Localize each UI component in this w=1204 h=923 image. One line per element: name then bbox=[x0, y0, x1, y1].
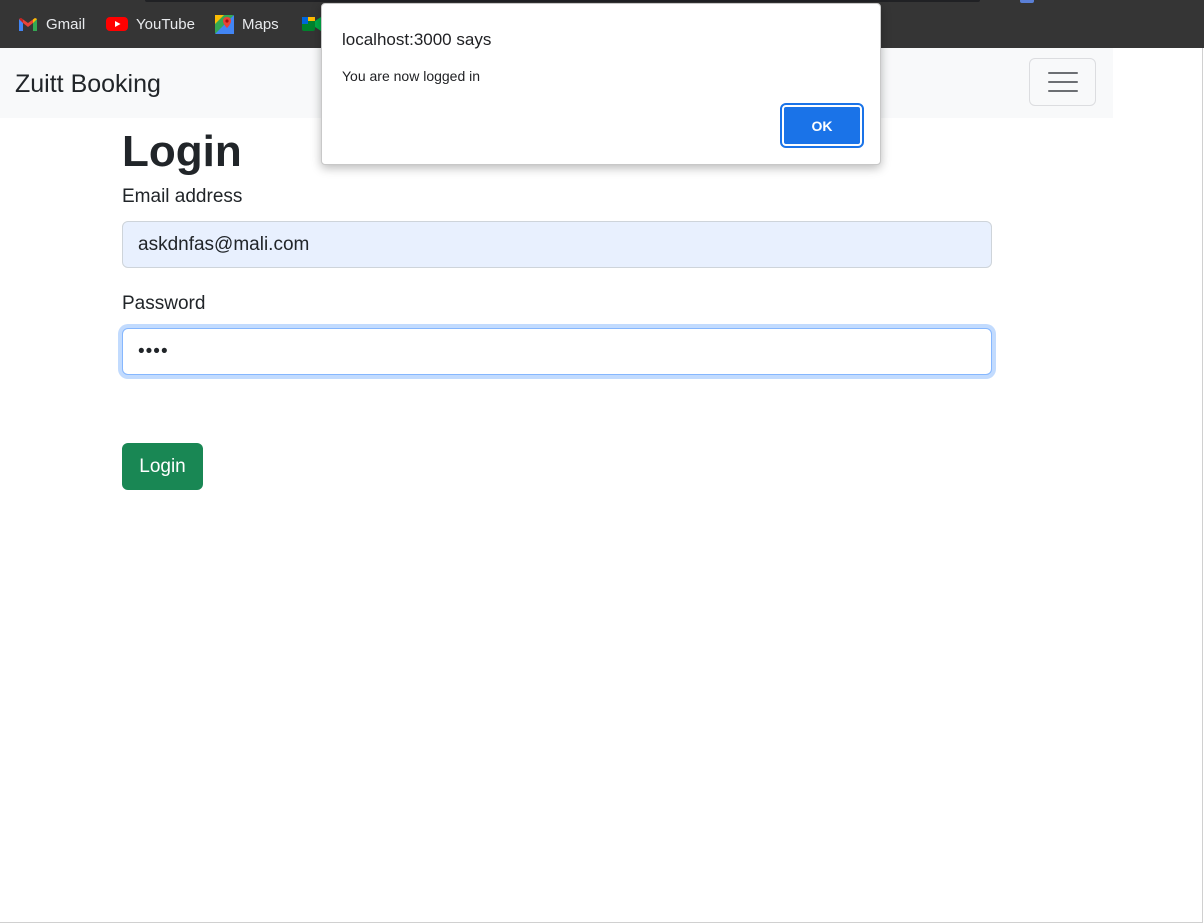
alert-title: localhost:3000 says bbox=[342, 30, 492, 49]
email-label: Email address bbox=[122, 186, 243, 207]
gmail-icon bbox=[19, 17, 37, 31]
navbar-brand[interactable]: Zuitt Booking bbox=[15, 68, 161, 100]
hamburger-menu-icon bbox=[1048, 90, 1078, 93]
address-bar-edge bbox=[145, 0, 980, 2]
bookmark-label: Gmail bbox=[46, 15, 86, 33]
alert-dialog: localhost:3000 says You are now logged i… bbox=[321, 3, 881, 165]
meet-icon bbox=[302, 17, 321, 31]
alert-message: You are now logged in bbox=[342, 68, 481, 84]
bookmark-label: YouTube bbox=[136, 15, 195, 33]
email-field[interactable] bbox=[122, 221, 992, 268]
password-field[interactable] bbox=[122, 328, 992, 375]
navbar-toggler-button[interactable] bbox=[1029, 58, 1096, 106]
youtube-icon bbox=[106, 17, 128, 31]
hamburger-menu-icon bbox=[1048, 72, 1078, 75]
extension-icon[interactable] bbox=[1020, 0, 1034, 3]
hamburger-menu-icon bbox=[1048, 81, 1078, 84]
bookmark-youtube[interactable]: YouTube bbox=[106, 13, 195, 35]
bookmark-label: Maps bbox=[242, 15, 279, 33]
login-button[interactable]: Login bbox=[122, 443, 203, 490]
page-viewport: Zuitt Booking Login Email address Passwo… bbox=[0, 48, 1203, 923]
ok-button[interactable]: OK bbox=[780, 103, 864, 148]
bookmark-maps[interactable]: Maps bbox=[215, 13, 279, 35]
password-label: Password bbox=[122, 293, 206, 314]
maps-icon bbox=[215, 14, 234, 34]
page-title: Login bbox=[122, 127, 242, 176]
bookmark-gmail[interactable]: Gmail bbox=[18, 13, 85, 35]
